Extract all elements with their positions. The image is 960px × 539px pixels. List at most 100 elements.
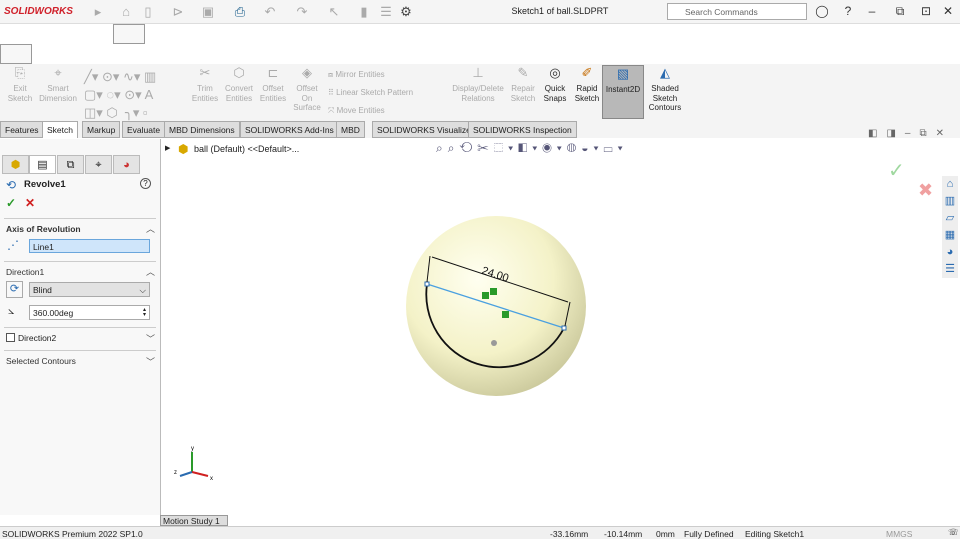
tooltip-icon[interactable]: ☏ (948, 527, 959, 538)
toolbar-handle[interactable] (113, 24, 145, 44)
menu-expand-icon[interactable]: ▸ (90, 4, 106, 20)
divider (4, 261, 156, 262)
x-coordinate: -33.16mm (550, 529, 589, 539)
tab-markup[interactable]: Markup (82, 121, 121, 138)
offset-surface-icon: ◈ (302, 65, 312, 80)
exit-sketch-button[interactable]: ⎘ Exit Sketch (4, 65, 36, 103)
rapid-sketch-button[interactable]: ✐ Rapid Sketch (572, 66, 602, 103)
offset-icon: ⊏ (267, 65, 279, 80)
move-entities-button[interactable]: ⤧ Move Entities (328, 106, 385, 116)
selected-contours-header[interactable]: Selected Contours (6, 356, 76, 366)
help-icon[interactable]: ? (840, 4, 856, 20)
undo-icon[interactable]: ↶ (262, 4, 278, 20)
user-icon[interactable]: ◯ (814, 4, 830, 20)
chevron-up-icon[interactable]: ︿ (146, 265, 155, 278)
display-delete-relations-button[interactable]: ⊥ Display/Delete Relations (450, 65, 506, 103)
ok-check-button[interactable]: ✓ (6, 196, 16, 210)
svg-text:z: z (174, 470, 177, 476)
open-icon[interactable]: ⊳ (170, 4, 186, 20)
help-icon[interactable]: ? (140, 178, 151, 189)
viewport-window-controls[interactable]: ◧◨–⧉✕ (868, 128, 953, 139)
divider (4, 218, 156, 219)
tab-solidworks-inspection[interactable]: SOLIDWORKS Inspection (468, 121, 577, 138)
quick-snaps-icon: ◎ (549, 65, 561, 80)
minimize-button[interactable]: – (864, 4, 880, 20)
angle-icon: ⦣ (8, 305, 15, 317)
direction2-label[interactable]: Direction2 (18, 333, 56, 343)
instant2d-button[interactable]: ▧ Instant2D (602, 65, 644, 119)
chevron-up-icon[interactable]: ︿ (146, 222, 155, 235)
axis-line-icon: ⋰ (7, 238, 19, 252)
tab-solidworks-visualize[interactable]: SOLIDWORKS Visualize (372, 121, 476, 138)
editing-mode: Editing Sketch1 (745, 529, 805, 539)
property-manager-tab-icon[interactable]: ▤ (29, 155, 56, 174)
dimxpert-tab-icon[interactable]: ⌖ (85, 155, 112, 174)
reverse-direction-button[interactable]: ⟳ (6, 281, 23, 298)
feature-manager-tab-icon[interactable]: ⬢ (2, 155, 29, 174)
axis-selection-field[interactable]: Line1 (29, 239, 150, 253)
search-commands-input[interactable]: Search Commands (667, 3, 807, 20)
close-button[interactable]: ✕ (940, 4, 956, 20)
smart-dimension-button[interactable]: ⌖ Smart Dimension (36, 65, 80, 103)
spin-stepper[interactable]: ▴ ▾ (143, 307, 146, 318)
restore-button[interactable]: ⧉ (892, 4, 908, 20)
linear-sketch-pattern-button[interactable]: ⠿ Linear Sketch Pattern (328, 88, 413, 98)
unit-system[interactable]: MMGS (886, 529, 912, 539)
options-gear-icon[interactable]: ⚙ (398, 4, 414, 20)
mirror-entities-button[interactable]: ⧈ Mirror Entities (328, 70, 385, 80)
repair-icon: ✎ (517, 65, 529, 80)
tab-evaluate[interactable]: Evaluate (122, 121, 166, 138)
configuration-manager-tab-icon[interactable]: ⧉ (57, 155, 84, 174)
axis-of-revolution-header[interactable]: Axis of Revolution (6, 224, 81, 234)
new-icon[interactable]: ▯ (140, 4, 156, 20)
offset-entities-button[interactable]: ⊏ Offset Entities (256, 65, 290, 103)
toolbar-handle-2[interactable] (0, 44, 32, 64)
direction1-header[interactable]: Direction1 (6, 267, 44, 277)
chevron-down-icon[interactable]: ﹀ (146, 332, 155, 345)
sketch-model[interactable]: 24.00 (400, 210, 600, 405)
exit-sketch-icon: ⎘ (14, 65, 26, 80)
relations-icon: ⊥ (472, 65, 484, 80)
feature-tree-root[interactable]: ball (Default) <<Default>... (194, 144, 299, 154)
tab-mbd-dimensions[interactable]: MBD Dimensions (164, 121, 240, 138)
confirm-check-icon[interactable]: ✓ (888, 158, 905, 183)
convert-entities-button[interactable]: ⬡ Convert Entities (222, 65, 256, 103)
document-title: Sketch1 of ball.SLDPRT (511, 6, 609, 16)
direction2-checkbox[interactable] (6, 333, 15, 342)
rebuild-icon[interactable]: ▮ (356, 4, 372, 20)
revolve-icon: ⟲ (6, 178, 17, 192)
convert-icon: ⬡ (233, 65, 245, 80)
tab-mbd[interactable]: MBD (336, 121, 365, 138)
repair-sketch-button[interactable]: ✎ Repair Sketch (508, 65, 538, 103)
divider (4, 327, 156, 328)
tab-solidworks-add-ins[interactable]: SOLIDWORKS Add-Ins (240, 121, 339, 138)
home-icon[interactable]: ⌂ (118, 4, 134, 20)
select-icon[interactable]: ↖ (326, 4, 342, 20)
tab-sketch[interactable]: Sketch (42, 121, 78, 138)
smart-dimension-icon: ⌖ (54, 65, 62, 80)
end-condition-select[interactable]: Blind ⌵ (29, 282, 150, 297)
redo-icon[interactable]: ↷ (294, 4, 310, 20)
heads-up-view-toolbar[interactable]: ⌕⌕⟲✂⬚▾◧▾◉▾◍◒▾▭▾ (436, 141, 628, 156)
cancel-x-button[interactable]: ✕ (25, 196, 35, 210)
display-manager-tab-icon[interactable]: ◕ (113, 155, 140, 174)
angle-input[interactable]: 360.00deg ▴ ▾ (29, 305, 150, 320)
product-version: SOLIDWORKS Premium 2022 SP1.0 (2, 529, 143, 539)
sketch-entity-tools[interactable]: ╱▾ ⊙▾ ∿▾ ▥ ▢▾ ◌▾ ⊙▾ A ◫▾ ⬡ ╮▾ ▫ (84, 68, 184, 122)
tab-features[interactable]: Features (0, 121, 44, 138)
task-pane-tabs[interactable]: ⌂ ▥ ▱ ▦ ◕ ☰ (942, 176, 958, 278)
save-icon[interactable]: ▣ (200, 4, 216, 20)
offset-on-surface-button[interactable]: ◈ Offset On Surface (290, 65, 324, 113)
feature-title: Revolve1 (24, 179, 66, 190)
file-properties-icon[interactable]: ☰ (378, 4, 394, 20)
shaded-sketch-contours-button[interactable]: ◭ Shaded Sketch Contours (647, 66, 683, 113)
quick-snaps-button[interactable]: ◎ Quick Snaps (540, 65, 570, 103)
tree-expand-icon[interactable]: ▶ (165, 144, 170, 152)
cancel-x-icon[interactable]: ✖ (918, 180, 933, 201)
motion-study-tab[interactable]: Motion Study 1 (160, 515, 228, 526)
trim-entities-button[interactable]: ✂ Trim Entities (188, 66, 222, 103)
chevron-down-icon[interactable]: ﹀ (146, 355, 155, 368)
z-coordinate: 0mm (656, 529, 675, 539)
pin-button[interactable]: ⊡ (918, 4, 934, 20)
print-icon[interactable]: ⎙ (232, 4, 248, 20)
